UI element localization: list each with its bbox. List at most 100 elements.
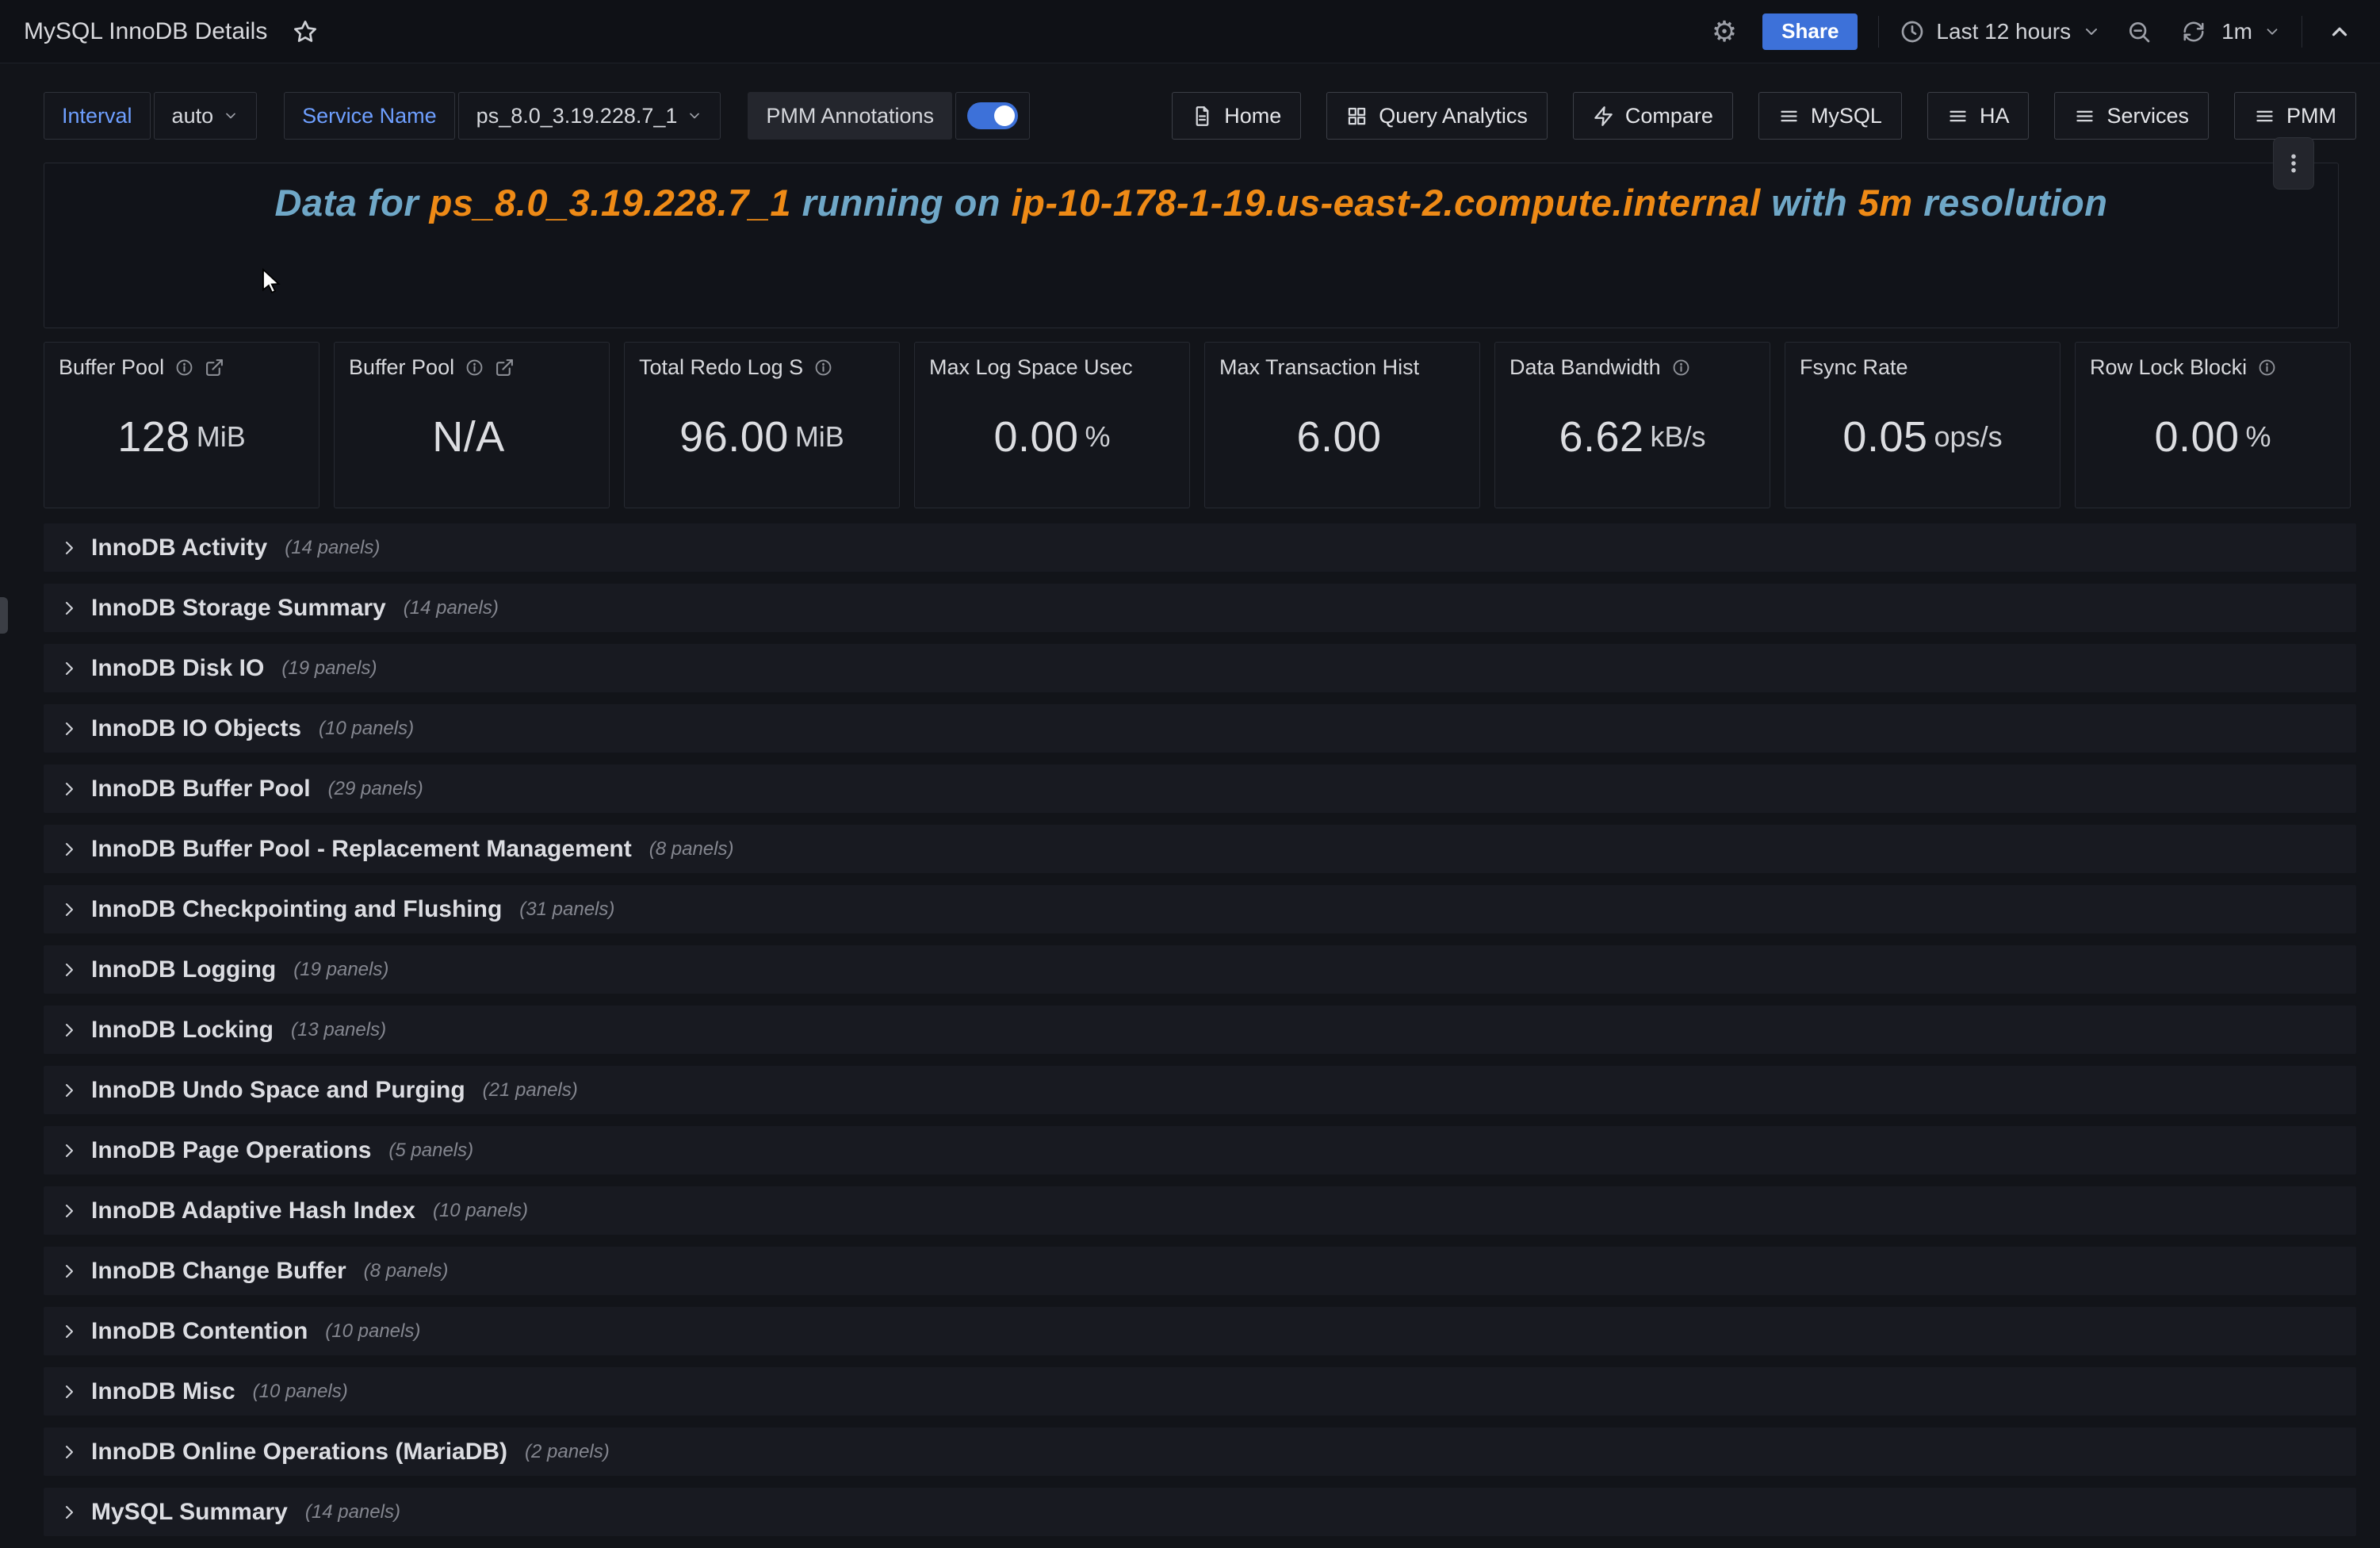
favorite-star-button[interactable] xyxy=(288,14,323,49)
panel-menu-button[interactable] xyxy=(2273,137,2314,190)
nav-button-ha[interactable]: HA xyxy=(1927,92,2030,140)
stat-panel-title: Fsync Rate xyxy=(1800,355,1908,380)
gear-icon: ⚙ xyxy=(1712,17,1737,46)
row-title: InnoDB Undo Space and Purging xyxy=(91,1077,465,1104)
chevron-right-icon xyxy=(59,1262,78,1281)
row-innodb-online-operations-mariadb[interactable]: InnoDB Online Operations (MariaDB) (2 pa… xyxy=(44,1427,2356,1476)
chevron-right-icon xyxy=(59,840,78,859)
service-name-value: ps_8.0_3.19.228.7_1 xyxy=(476,104,678,128)
row-innodb-buffer-pool[interactable]: InnoDB Buffer Pool (29 panels) xyxy=(44,764,2356,813)
stat-value: 6.62 xyxy=(1559,412,1643,462)
stat-panel-max-log-space-used: Max Log Space Usec 0.00% xyxy=(914,342,1190,508)
stat-panel-title: Buffer Pool xyxy=(349,355,454,380)
nav-button-pmm[interactable]: PMM xyxy=(2234,92,2356,140)
chevron-right-icon xyxy=(59,659,78,678)
row-title: InnoDB Activity xyxy=(91,535,267,561)
chevron-right-icon xyxy=(59,719,78,738)
time-range-picker[interactable]: Last 12 hours xyxy=(1900,19,2101,44)
row-panel-count: (21 panels) xyxy=(483,1079,578,1102)
info-icon[interactable] xyxy=(1671,358,1691,377)
row-innodb-misc[interactable]: InnoDB Misc (10 panels) xyxy=(44,1367,2356,1416)
info-icon[interactable] xyxy=(465,358,484,377)
dashboard-toolbar: Interval auto Service Name ps_8.0_3.19.2… xyxy=(44,92,2356,140)
info-icon[interactable] xyxy=(2257,358,2277,377)
banner-segment: with xyxy=(1761,182,1858,224)
row-title: InnoDB Buffer Pool - Replacement Managem… xyxy=(91,836,632,863)
row-innodb-activity[interactable]: InnoDB Activity (14 panels) xyxy=(44,523,2356,572)
dashboard-settings-button[interactable]: ⚙ xyxy=(1707,13,1742,51)
page-title: MySQL InnoDB Details xyxy=(24,18,267,45)
row-title: InnoDB Buffer Pool xyxy=(91,776,311,803)
stat-panel-buffer-pool: Buffer Pool 128MiB xyxy=(44,342,320,508)
row-innodb-io-objects[interactable]: InnoDB IO Objects (10 panels) xyxy=(44,704,2356,753)
menu-icon xyxy=(1947,105,1969,127)
chevron-down-icon xyxy=(687,108,702,124)
scrollbar-thumb[interactable] xyxy=(0,597,8,634)
chevron-right-icon xyxy=(59,1201,78,1220)
top-nav-bar: MySQL InnoDB Details ⚙ Share Last 12 hou… xyxy=(0,0,2380,63)
row-panel-count: (10 panels) xyxy=(325,1320,420,1343)
row-innodb-checkpointing-flushing[interactable]: InnoDB Checkpointing and Flushing (31 pa… xyxy=(44,885,2356,933)
collapse-header-button[interactable] xyxy=(2323,15,2356,48)
stat-value: 96.00 xyxy=(679,412,789,462)
row-innodb-contention[interactable]: InnoDB Contention (10 panels) xyxy=(44,1307,2356,1355)
stat-value: 6.00 xyxy=(1296,412,1381,462)
stat-unit: % xyxy=(1085,420,1111,454)
document-icon xyxy=(1192,105,1213,127)
row-innodb-change-buffer[interactable]: InnoDB Change Buffer (8 panels) xyxy=(44,1247,2356,1295)
nav-button-compare[interactable]: Compare xyxy=(1573,92,1733,140)
row-innodb-adaptive-hash-index[interactable]: InnoDB Adaptive Hash Index (10 panels) xyxy=(44,1186,2356,1235)
row-innodb-undo-space-purging[interactable]: InnoDB Undo Space and Purging (21 panels… xyxy=(44,1066,2356,1114)
kebab-menu-icon xyxy=(2282,151,2305,175)
chevron-right-icon xyxy=(59,599,78,618)
row-panel-count: (13 panels) xyxy=(291,1019,386,1041)
zoom-out-icon xyxy=(2126,19,2152,44)
nav-button-mysql[interactable]: MySQL xyxy=(1758,92,1902,140)
pmm-annotations-toggle[interactable] xyxy=(955,92,1030,140)
service-name-dropdown[interactable]: ps_8.0_3.19.228.7_1 xyxy=(458,92,721,140)
nav-button-home[interactable]: Home xyxy=(1172,92,1301,140)
row-innodb-disk-io[interactable]: InnoDB Disk IO (19 panels) xyxy=(44,644,2356,692)
row-panel-count: (14 panels) xyxy=(404,597,499,619)
chevron-down-icon xyxy=(2082,22,2101,41)
service-name-label: Service Name xyxy=(284,92,455,140)
info-icon[interactable] xyxy=(174,358,194,377)
nav-button-label: MySQL xyxy=(1811,104,1882,128)
refresh-interval-dropdown[interactable]: 1m xyxy=(2221,19,2281,44)
refresh-button[interactable] xyxy=(2177,15,2210,48)
chevron-down-icon xyxy=(223,108,239,124)
row-mysql-summary[interactable]: MySQL Summary (14 panels) xyxy=(44,1488,2356,1536)
nav-button-query-analytics[interactable]: Query Analytics xyxy=(1326,92,1548,140)
interval-value-dropdown[interactable]: auto xyxy=(154,92,258,140)
row-panel-count: (5 panels) xyxy=(388,1140,473,1162)
zoom-out-button[interactable] xyxy=(2122,14,2156,49)
row-innodb-logging[interactable]: InnoDB Logging (19 panels) xyxy=(44,945,2356,994)
row-title: InnoDB Page Operations xyxy=(91,1137,371,1164)
external-link-icon[interactable] xyxy=(495,358,515,377)
row-panel-count: (19 panels) xyxy=(281,657,377,680)
row-innodb-buffer-pool-replacement[interactable]: InnoDB Buffer Pool - Replacement Managem… xyxy=(44,825,2356,873)
row-innodb-page-operations[interactable]: InnoDB Page Operations (5 panels) xyxy=(44,1126,2356,1174)
pmm-annotations-label: PMM Annotations xyxy=(748,92,952,140)
chevron-right-icon xyxy=(59,1322,78,1341)
interval-label: Interval xyxy=(44,92,151,140)
stat-panel-max-transaction-history: Max Transaction Hist 6.00 xyxy=(1204,342,1480,508)
row-title: InnoDB Adaptive Hash Index xyxy=(91,1197,415,1224)
share-button[interactable]: Share xyxy=(1762,13,1858,50)
stat-unit: % xyxy=(2246,420,2271,454)
nav-button-services[interactable]: Services xyxy=(2054,92,2209,140)
info-icon[interactable] xyxy=(813,358,833,377)
row-innodb-locking[interactable]: InnoDB Locking (13 panels) xyxy=(44,1006,2356,1054)
nav-button-label: Services xyxy=(2106,104,2189,128)
chevron-up-icon xyxy=(2328,20,2351,44)
stat-value: 128 xyxy=(117,412,190,462)
stat-panel-total-redo-log: Total Redo Log S 96.00MiB xyxy=(624,342,900,508)
nav-button-label: Query Analytics xyxy=(1379,104,1528,128)
row-innodb-storage-summary[interactable]: InnoDB Storage Summary (14 panels) xyxy=(44,584,2356,632)
stat-panel-data-bandwidth: Data Bandwidth 6.62kB/s xyxy=(1494,342,1770,508)
external-link-icon[interactable] xyxy=(205,358,224,377)
row-title: InnoDB Online Operations (MariaDB) xyxy=(91,1439,507,1466)
banner-segment: ps_8.0_3.19.228.7_1 xyxy=(430,182,791,224)
nav-button-label: Home xyxy=(1224,104,1281,128)
row-title: MySQL Summary xyxy=(91,1499,288,1526)
